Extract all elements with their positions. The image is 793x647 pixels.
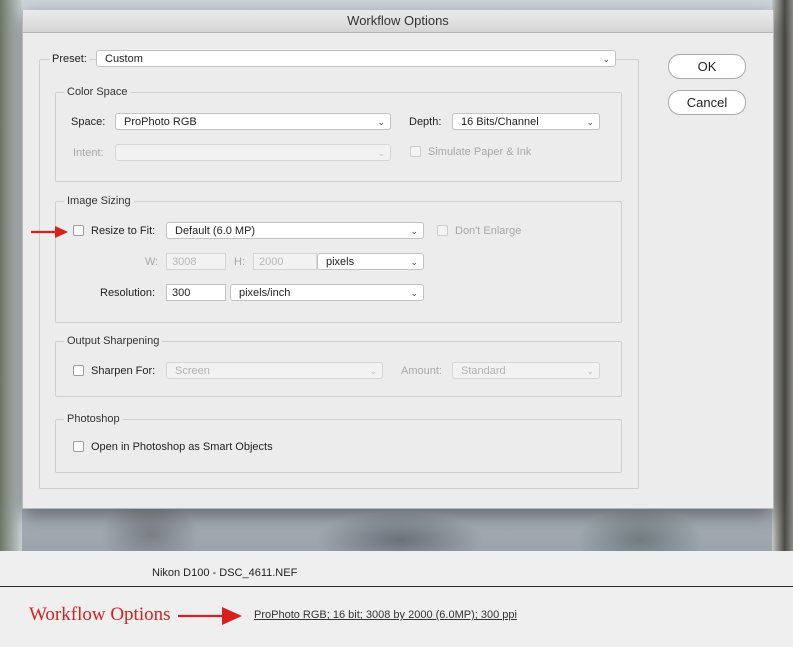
simulate-paper-checkbox[interactable] bbox=[410, 146, 421, 157]
resolution-label: Resolution: bbox=[100, 287, 156, 299]
amount-select[interactable]: Standard ⌄ bbox=[452, 362, 600, 379]
sharpen-for-label: Sharpen For: bbox=[91, 365, 156, 377]
output-sharpening-title: Output Sharpening bbox=[64, 335, 163, 347]
resolution-input[interactable]: 300 bbox=[166, 284, 226, 301]
sharpen-for-checkbox[interactable] bbox=[73, 365, 84, 376]
intent-label: Intent: bbox=[73, 147, 104, 159]
resize-to-fit-checkbox[interactable] bbox=[73, 225, 84, 236]
chevron-down-icon: ⌄ bbox=[586, 117, 594, 127]
chevron-down-icon: ⌄ bbox=[410, 257, 418, 267]
resolution-unit-select[interactable]: pixels/inch ⌄ bbox=[230, 284, 424, 301]
depth-value: 16 Bits/Channel bbox=[461, 116, 539, 128]
cancel-button[interactable]: Cancel bbox=[668, 90, 746, 115]
height-input[interactable]: 2000 bbox=[253, 253, 317, 270]
workflow-options-link[interactable]: ProPhoto RGB; 16 bit; 3008 by 2000 (6.0M… bbox=[254, 609, 517, 621]
background-tree-right bbox=[772, 0, 793, 551]
width-input[interactable]: 3008 bbox=[166, 253, 226, 270]
smart-objects-checkbox[interactable] bbox=[73, 441, 84, 452]
camera-info-bar bbox=[0, 551, 793, 587]
size-unit-select[interactable]: pixels ⌄ bbox=[317, 253, 424, 270]
resize-to-fit-select[interactable]: Default (6.0 MP) ⌄ bbox=[166, 222, 424, 239]
chevron-down-icon: ⌄ bbox=[602, 54, 610, 64]
workflow-options-dialog: Workflow Options Preset: Custom ⌄ OK Can… bbox=[22, 10, 774, 509]
space-value: ProPhoto RGB bbox=[124, 116, 197, 128]
resolution-unit-value: pixels/inch bbox=[239, 287, 291, 299]
space-label: Space: bbox=[71, 116, 106, 128]
preset-value: Custom bbox=[105, 53, 143, 65]
annotation-arrow-icon bbox=[178, 607, 242, 625]
simulate-paper-label: Simulate Paper & Ink bbox=[428, 146, 532, 158]
image-sizing-title: Image Sizing bbox=[64, 195, 134, 207]
preset-select[interactable]: Custom ⌄ bbox=[96, 50, 616, 67]
chevron-down-icon: ⌄ bbox=[410, 226, 418, 236]
resize-to-fit-label: Resize to Fit: bbox=[91, 225, 156, 237]
depth-select[interactable]: 16 Bits/Channel ⌄ bbox=[452, 113, 600, 130]
dont-enlarge-checkbox[interactable] bbox=[437, 225, 448, 236]
workflow-options-annotation: Workflow Options bbox=[29, 604, 171, 625]
intent-select[interactable]: ⌄ bbox=[115, 144, 391, 161]
color-space-title: Color Space bbox=[64, 86, 131, 98]
photoshop-title: Photoshop bbox=[64, 413, 123, 425]
width-label: W: bbox=[145, 256, 159, 268]
ok-button[interactable]: OK bbox=[668, 54, 746, 79]
resize-to-fit-value: Default (6.0 MP) bbox=[175, 225, 256, 237]
camera-info: Nikon D100 - DSC_4611.NEF bbox=[152, 567, 298, 579]
amount-value: Standard bbox=[461, 365, 506, 377]
space-select[interactable]: ProPhoto RGB ⌄ bbox=[115, 113, 391, 130]
sharpen-for-select[interactable]: Screen ⌄ bbox=[166, 362, 383, 379]
size-unit-value: pixels bbox=[326, 256, 355, 268]
background-tree-left bbox=[0, 0, 22, 551]
chevron-down-icon: ⌄ bbox=[410, 288, 418, 298]
height-label: H: bbox=[234, 256, 245, 268]
smart-objects-label: Open in Photoshop as Smart Objects bbox=[91, 441, 273, 453]
chevron-down-icon: ⌄ bbox=[586, 366, 594, 376]
chevron-down-icon: ⌄ bbox=[377, 117, 385, 127]
sharpen-for-value: Screen bbox=[175, 365, 210, 377]
chevron-down-icon: ⌄ bbox=[369, 366, 377, 376]
amount-label: Amount: bbox=[401, 365, 442, 377]
dialog-title: Workflow Options bbox=[23, 10, 773, 33]
color-space-group bbox=[55, 92, 622, 182]
preset-label: Preset: bbox=[50, 53, 89, 65]
depth-label: Depth: bbox=[409, 116, 442, 128]
dont-enlarge-label: Don't Enlarge bbox=[455, 225, 522, 237]
chevron-down-icon: ⌄ bbox=[377, 148, 385, 158]
annotation-arrow-icon bbox=[31, 226, 68, 238]
